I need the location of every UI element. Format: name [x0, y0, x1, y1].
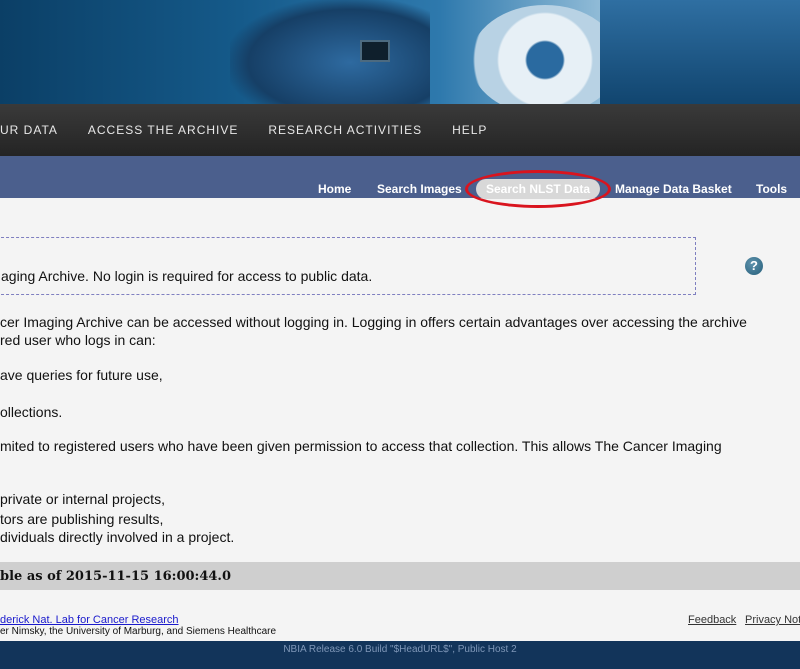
top-navigation: UR DATA ACCESS THE ARCHIVE RESEARCH ACTI…: [0, 104, 800, 156]
banner-image-surgeon: [230, 0, 430, 104]
subnav-manage-data-basket[interactable]: Manage Data Basket: [615, 182, 732, 196]
content-line: dividuals directly involved in a project…: [0, 529, 235, 545]
banner-image-monitor: [360, 40, 390, 62]
nav-your-data[interactable]: UR DATA: [0, 123, 58, 137]
login-notice-text: aging Archive. No login is required for …: [1, 268, 373, 284]
header-banner: [0, 0, 800, 104]
subnav-home[interactable]: Home: [318, 182, 351, 196]
feedback-link[interactable]: Feedback: [688, 614, 736, 626]
footer-release-text: NBIA Release 6.0 Build "$HeadURL$", Publ…: [283, 644, 517, 655]
banner-image-right: [600, 0, 800, 104]
content-line: ollections.: [0, 404, 63, 420]
content-line: private or internal projects,: [0, 491, 165, 507]
content-line: mited to registered users who have been …: [0, 438, 722, 454]
content-line: red user who logs in can:: [0, 332, 156, 348]
content-line: cer Imaging Archive can be accessed with…: [0, 314, 747, 330]
content-line: ave queries for future use,: [0, 367, 163, 383]
credits-text: er Nimsky, the University of Marburg, an…: [0, 626, 277, 637]
subnav-tools[interactable]: Tools: [756, 182, 787, 196]
banner-image-scanner: [470, 5, 620, 104]
content-line: tors are publishing results,: [0, 511, 164, 527]
footer-bar: NBIA Release 6.0 Build "$HeadURL$", Publ…: [0, 641, 800, 669]
red-highlight-circle: [465, 170, 611, 208]
login-notice-box: aging Archive. No login is required for …: [0, 237, 696, 295]
data-status-text: ble as of 2015-11-15 16:00:44.0: [0, 569, 232, 584]
subnav-search-images[interactable]: Search Images: [377, 182, 462, 196]
privacy-notice-link[interactable]: Privacy Not: [745, 614, 800, 626]
nav-access-archive[interactable]: ACCESS THE ARCHIVE: [88, 123, 238, 137]
help-icon[interactable]: ?: [745, 257, 763, 275]
nav-help[interactable]: HELP: [452, 123, 487, 137]
nav-research-activities[interactable]: RESEARCH ACTIVITIES: [268, 123, 422, 137]
credits-link[interactable]: derick Nat. Lab for Cancer Research: [0, 614, 179, 626]
data-status-bar: ble as of 2015-11-15 16:00:44.0: [0, 562, 800, 590]
